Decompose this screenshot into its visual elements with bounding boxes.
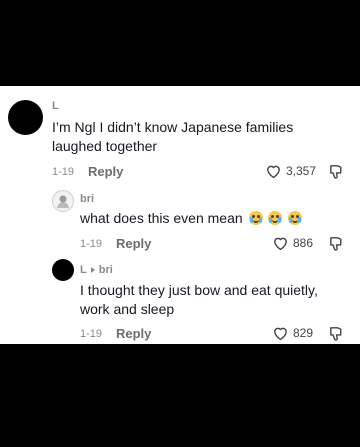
reply-button[interactable]: Reply: [116, 236, 151, 251]
laughing-crying-emoji-icon: [268, 211, 283, 225]
thumbs-down-icon: [328, 235, 345, 252]
heart-icon: [265, 163, 282, 179]
comment-date: 1-19: [80, 328, 103, 340]
reply-arrow-icon: [90, 267, 95, 273]
avatar[interactable]: [52, 190, 74, 212]
comment-text: what does this even mean: [80, 210, 243, 226]
heart-icon: [272, 235, 289, 251]
comment-username[interactable]: L: [80, 264, 87, 276]
comment-username[interactable]: bri: [80, 193, 94, 205]
thumbs-down-icon: [328, 325, 345, 342]
like-count: 3,357: [286, 164, 317, 178]
comment-date: 1-19: [80, 238, 103, 250]
comment-text: I’m Ngl I didn’t know Japanese families …: [52, 119, 294, 154]
thumbs-down-icon: [328, 163, 345, 180]
dislike-button[interactable]: [328, 235, 345, 252]
reply-button[interactable]: Reply: [116, 326, 151, 341]
dislike-button[interactable]: [328, 325, 345, 342]
dislike-button[interactable]: [328, 163, 345, 180]
like-count: 829: [293, 326, 314, 340]
comment-text-row: what does this even mean: [80, 209, 340, 228]
like-button[interactable]: 3,357: [265, 163, 316, 179]
screenshot-frame: L I’m Ngl I didn’t know Japanese familie…: [0, 0, 360, 447]
comment-text: I thought they just bow and eat quietly,…: [80, 282, 318, 317]
like-button[interactable]: 886: [272, 235, 313, 251]
reply-header: L bri: [80, 264, 113, 276]
avatar[interactable]: [52, 259, 74, 281]
like-count: 886: [293, 236, 314, 250]
avatar[interactable]: [8, 100, 43, 135]
heart-icon: [272, 325, 289, 341]
laughing-crying-emoji-icon: [248, 211, 263, 225]
laughing-crying-emoji-icon: [288, 211, 303, 225]
comment-date: 1-19: [52, 166, 75, 178]
reply-to-username[interactable]: bri: [99, 264, 113, 276]
like-button[interactable]: 829: [272, 325, 313, 341]
comment-username[interactable]: L: [52, 100, 59, 112]
reply-button[interactable]: Reply: [88, 164, 123, 179]
